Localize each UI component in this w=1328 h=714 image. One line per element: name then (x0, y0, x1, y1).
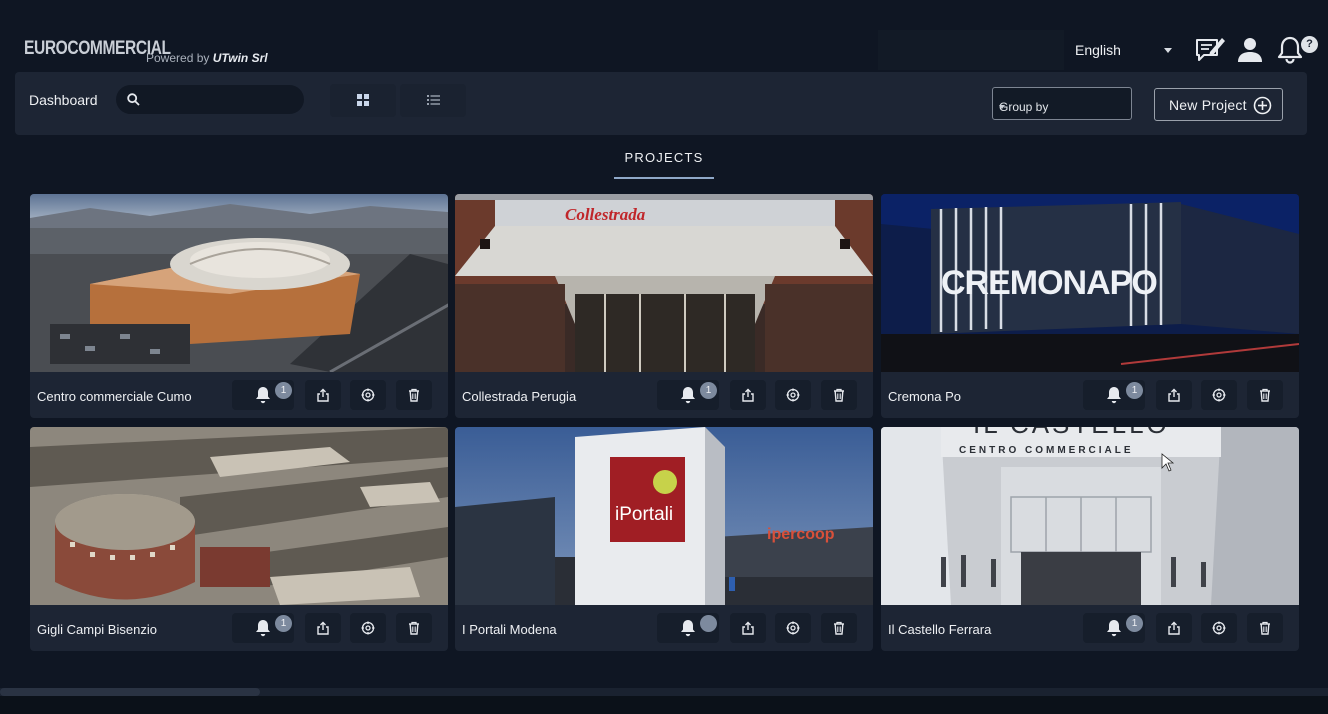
collestrada-sign-text: Collestrada (565, 205, 646, 224)
new-project-label: New Project (1169, 96, 1247, 113)
share-button[interactable] (730, 613, 766, 643)
help-badge[interactable]: ? (1301, 36, 1318, 53)
project-card[interactable]: CREMONAPO Cremona Po 1 (881, 194, 1299, 418)
delete-button[interactable] (1247, 380, 1283, 410)
notifications-button[interactable] (657, 613, 719, 643)
share-button[interactable] (305, 613, 341, 643)
notifications-bell-icon[interactable] (1274, 34, 1306, 66)
notification-count-badge: 1 (275, 382, 292, 399)
delete-button[interactable] (821, 380, 857, 410)
list-icon (427, 95, 440, 105)
search-input[interactable] (148, 89, 294, 110)
delete-button[interactable] (396, 380, 432, 410)
cremona-sign-text: CREMONAPO (941, 264, 1157, 302)
project-name: Collestrada Perugia (462, 389, 577, 404)
delete-button[interactable] (821, 613, 857, 643)
language-value: English (1075, 42, 1121, 58)
share-button[interactable] (1156, 613, 1192, 643)
notification-count-badge (700, 615, 717, 632)
project-image: Collestrada (455, 194, 873, 372)
scrollbar-thumb[interactable] (0, 688, 260, 696)
header-spacer (878, 30, 1064, 70)
new-project-button[interactable]: New Project (1154, 88, 1283, 121)
top-bar: EUROCOMMERCIAL Powered by UTwin Srl Engl… (0, 0, 1328, 72)
group-by-value: Group by (999, 100, 1049, 114)
delete-button[interactable] (1247, 613, 1283, 643)
group-by-select[interactable]: Group by (992, 87, 1132, 120)
search-icon (127, 93, 140, 106)
settings-button[interactable] (775, 613, 811, 643)
settings-button[interactable] (1201, 380, 1237, 410)
project-card[interactable]: Collestrada Collestrada Perugia 1 (455, 194, 873, 418)
project-image: CREMONAPO (881, 194, 1299, 372)
castello-sub-text: CENTRO COMMERCIALE (959, 445, 1134, 456)
delete-button[interactable] (396, 613, 432, 643)
user-icon[interactable] (1234, 34, 1266, 66)
plus-circle-icon (1253, 96, 1272, 115)
notifications-button[interactable]: 1 (1083, 380, 1145, 410)
share-button[interactable] (1156, 380, 1192, 410)
portali-sign-text: iPortali (615, 504, 673, 525)
chevron-down-icon (999, 105, 1005, 109)
tab-projects[interactable]: PROJECTS (614, 146, 714, 179)
notification-count-badge: 1 (1126, 615, 1143, 632)
page-title: Dashboard (29, 92, 98, 108)
grid-view-button[interactable] (330, 84, 396, 117)
castello-sign-text: IL CASTELLO (973, 427, 1170, 439)
project-image: IL CASTELLO CENTRO COMMERCIALE (881, 427, 1299, 605)
settings-button[interactable] (350, 613, 386, 643)
settings-button[interactable] (775, 380, 811, 410)
share-button[interactable] (730, 380, 766, 410)
chevron-down-icon (1164, 48, 1172, 53)
project-image: iPortali ipercoop (455, 427, 873, 605)
notification-count-badge: 1 (275, 615, 292, 632)
project-card[interactable]: IL CASTELLO CENTRO COMMERCIALE Il Castel… (881, 427, 1299, 651)
search-box[interactable] (116, 85, 304, 114)
project-card[interactable]: Centro commerciale Cumo 1 (30, 194, 448, 418)
project-name: I Portali Modena (462, 622, 557, 637)
share-button[interactable] (305, 380, 341, 410)
project-name: Il Castello Ferrara (888, 622, 992, 637)
list-view-button[interactable] (400, 84, 466, 117)
language-select[interactable]: English (1066, 30, 1182, 70)
project-name: Cremona Po (888, 389, 961, 404)
project-card[interactable]: iPortali ipercoop I Portali Modena (455, 427, 873, 651)
notification-count-badge: 1 (1126, 382, 1143, 399)
project-name: Centro commerciale Cumo (37, 389, 192, 404)
tab-active-indicator (614, 177, 714, 179)
notification-count-badge: 1 (700, 382, 717, 399)
settings-button[interactable] (350, 380, 386, 410)
notifications-button[interactable]: 1 (657, 380, 719, 410)
settings-button[interactable] (1201, 613, 1237, 643)
brand: EUROCOMMERCIAL Powered by UTwin Srl (24, 38, 268, 65)
footer-strip (0, 696, 1328, 714)
grid-icon (357, 94, 369, 106)
brand-logo: EUROCOMMERCIAL (24, 38, 171, 59)
horizontal-scrollbar[interactable] (0, 688, 1328, 696)
notifications-button[interactable]: 1 (232, 613, 294, 643)
ipercoop-sign-text: ipercoop (767, 526, 835, 543)
feedback-icon[interactable] (1194, 34, 1226, 66)
tab-projects-label: PROJECTS (624, 150, 704, 165)
project-name: Gigli Campi Bisenzio (37, 622, 157, 637)
project-image (30, 194, 448, 372)
project-card[interactable]: Gigli Campi Bisenzio 1 (30, 427, 448, 651)
notifications-button[interactable]: 1 (1083, 613, 1145, 643)
notifications-button[interactable]: 1 (232, 380, 294, 410)
project-image (30, 427, 448, 605)
